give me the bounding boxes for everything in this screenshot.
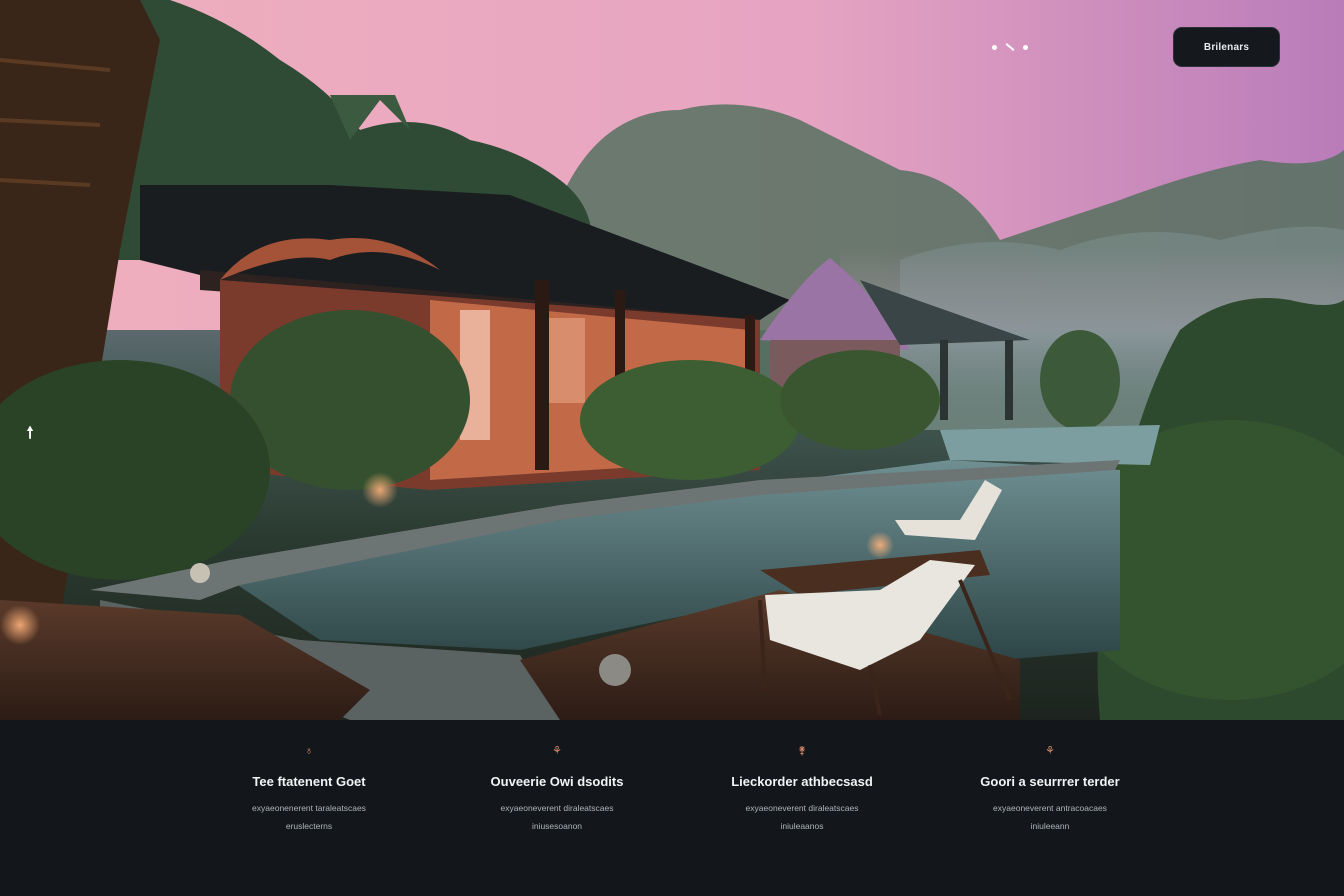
feature-title: Lieckorder athbecsasd xyxy=(731,774,873,789)
menu-dash xyxy=(1005,43,1015,51)
feature-description: exyaeoneverent diraleatscaes iniuleaanos xyxy=(745,803,859,831)
feature-title: Goori a seurrrer terder xyxy=(980,774,1120,789)
feature-title: Tee ftatenent Goet xyxy=(252,774,366,789)
hero-image xyxy=(0,0,1344,720)
menu-dot xyxy=(1023,44,1028,50)
sprout-icon: ⚘ xyxy=(552,745,562,757)
leaf-icon: ♁ xyxy=(304,745,314,757)
arrow-up-icon[interactable]: 🠕 xyxy=(20,424,40,444)
hero-section: Brilenars 🠕 xyxy=(0,0,1344,720)
feature-card: ⚘ Goori a seurrrer terder exyaeoneverent… xyxy=(950,744,1150,835)
feature-title: Ouveerie Owi dsodits xyxy=(490,774,624,789)
features-section: ♁ Tee ftatenent Goet exyaeonenerent tara… xyxy=(0,720,1344,896)
header-cta-button[interactable]: Brilenars xyxy=(1173,27,1280,67)
feature-card: ⚵ Lieckorder athbecsasd exyaeoneverent d… xyxy=(702,744,902,835)
flower-icon: ⚘ xyxy=(1045,745,1055,757)
feature-description: exyaeoneverent diraleatscaes iniusesoano… xyxy=(500,803,614,831)
feature-description: exyaeoneverent antracoacaes iniuleeann xyxy=(993,803,1107,831)
menu-dots-icon[interactable] xyxy=(992,40,1028,54)
feature-card: ⚘ Ouveerie Owi dsodits exyaeoneverent di… xyxy=(457,744,657,835)
feature-card: ♁ Tee ftatenent Goet exyaeonenerent tara… xyxy=(209,744,409,835)
menu-dot xyxy=(992,44,997,50)
tree-icon: ⚵ xyxy=(797,745,807,757)
feature-description: exyaeonenerent taraleatscaes eruslectern… xyxy=(252,803,366,831)
